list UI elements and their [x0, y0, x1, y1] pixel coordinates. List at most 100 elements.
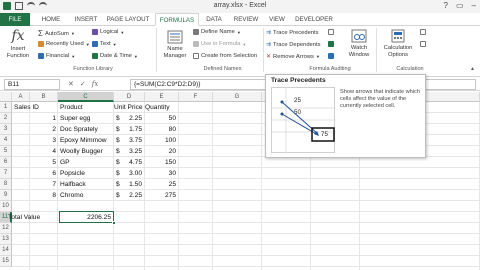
tab-page-layout[interactable]: PAGE LAYOUT [105, 13, 151, 26]
row-header[interactable]: 6 [0, 157, 12, 168]
row-header[interactable]: 3 [0, 124, 12, 135]
currency-symbol-cell[interactable]: $ [116, 157, 124, 168]
sales-id-cell[interactable]: 7 [14, 179, 58, 190]
currency-symbol-cell[interactable]: $ [116, 135, 124, 146]
column-header[interactable]: E [145, 92, 179, 102]
header-sales-id[interactable]: Sales ID [14, 102, 58, 113]
row-header[interactable]: 15 [0, 256, 12, 267]
header-unit-price[interactable]: Unit Price [114, 102, 144, 113]
tab-developer[interactable]: DEVELOPER [292, 13, 336, 26]
product-cell[interactable]: Chromo [60, 190, 114, 201]
sales-id-cell[interactable]: 5 [14, 157, 58, 168]
quantity-cell[interactable]: 20 [145, 146, 178, 157]
row-header[interactable]: 10 [0, 201, 12, 212]
currency-symbol-cell[interactable]: $ [116, 179, 124, 190]
unit-price-cell[interactable]: 4.75 [124, 157, 144, 168]
row-header[interactable]: 12 [0, 223, 12, 234]
trace-dependents-button[interactable]: ⇉ Trace Dependents [266, 41, 321, 49]
calculate-sheet-button[interactable] [420, 41, 426, 47]
quantity-cell[interactable]: 100 [145, 135, 178, 146]
unit-price-cell[interactable]: 3.00 [124, 168, 144, 179]
quantity-cell[interactable]: 150 [145, 157, 178, 168]
currency-symbol-cell[interactable]: $ [116, 168, 124, 179]
show-formulas-button[interactable] [328, 29, 334, 35]
column-header[interactable]: B [30, 92, 58, 102]
header-product[interactable]: Product [60, 102, 112, 113]
currency-symbol-cell[interactable]: $ [116, 113, 124, 124]
autosum-button[interactable]: Σ AutoSum ▼ [38, 29, 75, 38]
row-header[interactable]: 7 [0, 168, 12, 179]
collapse-ribbon-button[interactable]: ▲ [470, 66, 475, 72]
minimize-icon[interactable]: – [472, 1, 476, 10]
tab-formulas[interactable]: FORMULAS [155, 13, 199, 26]
fill-handle[interactable] [112, 221, 116, 225]
sales-id-cell[interactable]: 4 [14, 146, 58, 157]
sales-id-cell[interactable]: 3 [14, 135, 58, 146]
column-header[interactable]: F [179, 92, 213, 102]
row-header[interactable]: 8 [0, 179, 12, 190]
tab-insert[interactable]: INSERT [70, 13, 102, 26]
tab-data[interactable]: DATA [202, 13, 226, 26]
row-header[interactable]: 1 [0, 102, 12, 113]
column-header[interactable]: G [213, 92, 262, 102]
unit-price-cell[interactable]: 1.75 [124, 124, 144, 135]
watch-window-button[interactable]: Watch Window [344, 29, 374, 58]
currency-symbol-cell[interactable]: $ [116, 146, 124, 157]
currency-symbol-cell[interactable]: $ [116, 190, 124, 201]
quantity-cell[interactable]: 25 [145, 179, 178, 190]
create-from-selection-button[interactable]: Create from Selection [193, 53, 257, 59]
column-header[interactable]: C [58, 92, 114, 102]
quantity-cell[interactable]: 275 [145, 190, 178, 201]
currency-symbol-cell[interactable]: $ [116, 124, 124, 135]
tab-home[interactable]: HOME [36, 13, 66, 26]
sales-id-cell[interactable]: 2 [14, 124, 58, 135]
header-quantity[interactable]: Quantity [145, 102, 179, 113]
product-cell[interactable]: Woolly Bugger [60, 146, 114, 157]
sales-id-cell[interactable]: 8 [14, 190, 58, 201]
product-cell[interactable]: Popsicle [60, 168, 114, 179]
row-header[interactable]: 14 [0, 245, 12, 256]
tab-file[interactable]: FILE [0, 13, 30, 26]
unit-price-cell[interactable]: 3.75 [124, 135, 144, 146]
remove-arrows-button[interactable]: ✕ Remove Arrows ▼ [266, 53, 320, 61]
recently-used-button[interactable]: Recently Used ▼ [38, 41, 90, 47]
row-header[interactable]: 2 [0, 113, 12, 124]
product-cell[interactable]: Doc Sprately [60, 124, 114, 135]
name-manager-button[interactable]: Name Manager [160, 30, 190, 59]
define-name-button[interactable]: Define Name ▼ [193, 29, 241, 35]
quantity-cell[interactable]: 30 [145, 168, 178, 179]
date-time-button[interactable]: Date & Time ▼ [92, 53, 138, 59]
enter-icon[interactable]: ✓ [80, 80, 86, 88]
unit-price-cell[interactable]: 2.25 [124, 113, 144, 124]
product-cell[interactable]: Super egg [60, 113, 114, 124]
insert-function-button[interactable]: fx Insert Function [4, 28, 32, 59]
text-button[interactable]: Text ▼ [92, 41, 117, 47]
row-header[interactable]: 4 [0, 135, 12, 146]
sales-id-cell[interactable]: 6 [14, 168, 58, 179]
name-box[interactable]: B11 [4, 79, 60, 90]
use-in-formula-button[interactable]: Use in Formula ▼ [193, 41, 246, 47]
product-cell[interactable]: Epoxy Mimmow [60, 135, 114, 146]
product-cell[interactable]: Halfback [60, 179, 114, 190]
total-value-label[interactable]: Total Value [8, 212, 60, 223]
select-all-corner[interactable] [0, 92, 12, 102]
quantity-cell[interactable]: 50 [145, 113, 178, 124]
unit-price-cell[interactable]: 2.25 [124, 190, 144, 201]
column-header[interactable]: A [12, 92, 30, 102]
sales-id-cell[interactable]: 1 [14, 113, 58, 124]
product-cell[interactable]: GP [60, 157, 114, 168]
calculation-options-button[interactable]: Calculation Options [380, 29, 416, 58]
trace-precedents-button[interactable]: ⇉ Trace Precedents [266, 29, 319, 37]
unit-price-cell[interactable]: 1.50 [124, 179, 144, 190]
error-checking-button[interactable] [328, 41, 334, 47]
quantity-cell[interactable]: 80 [145, 124, 178, 135]
cancel-icon[interactable]: ✕ [68, 80, 74, 88]
row-header[interactable]: 5 [0, 146, 12, 157]
calculate-now-button[interactable] [420, 29, 426, 35]
logical-button[interactable]: Logical ▼ [92, 29, 124, 35]
tab-view[interactable]: VIEW [265, 13, 289, 26]
row-header[interactable]: 9 [0, 190, 12, 201]
unit-price-cell[interactable]: 3.25 [124, 146, 144, 157]
tab-review[interactable]: REVIEW [230, 13, 262, 26]
insert-function-icon[interactable]: fx [92, 80, 99, 88]
